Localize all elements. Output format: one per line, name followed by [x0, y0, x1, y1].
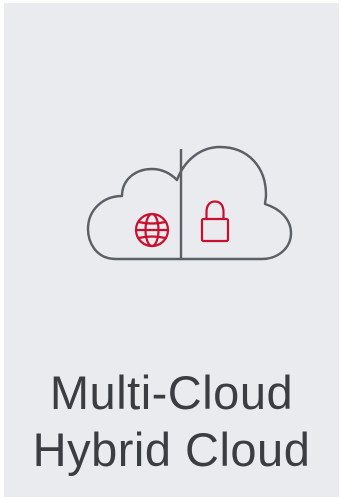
cloud-outline — [86, 145, 293, 261]
title-line-2: Hybrid Cloud — [32, 423, 311, 476]
lock-icon — [200, 200, 230, 243]
cloud-icon — [86, 145, 293, 261]
multi-cloud-card[interactable]: Multi-Cloud Hybrid Cloud — [4, 3, 339, 497]
title-line-1: Multi-Cloud — [49, 366, 294, 419]
globe-icon — [134, 212, 170, 248]
